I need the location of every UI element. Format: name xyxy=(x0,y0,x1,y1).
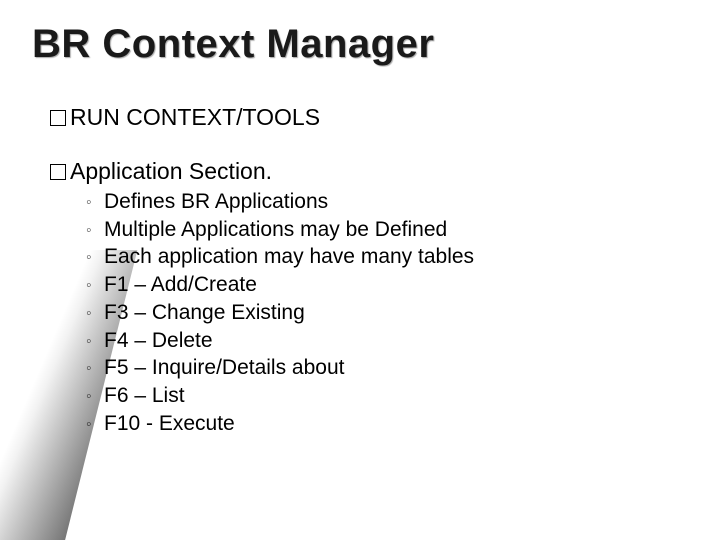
ring-bullet-icon: ◦ xyxy=(86,331,104,352)
list-item-text: F10 - Execute xyxy=(104,412,235,435)
bullet-level1-application: Application Section. xyxy=(50,158,272,185)
list-item: ◦F4 – Delete xyxy=(86,327,474,355)
list-item: ◦F5 – Inquire/Details about xyxy=(86,354,474,382)
list-item: ◦F1 – Add/Create xyxy=(86,271,474,299)
list-item-text: F5 – Inquire/Details about xyxy=(104,356,344,379)
square-bullet-icon xyxy=(50,164,66,180)
list-item-text: Each application may have many tables xyxy=(104,245,474,268)
list-item-text: Defines BR Applications xyxy=(104,190,328,213)
list-item: ◦F10 - Execute xyxy=(86,410,474,438)
list-item-text: F4 – Delete xyxy=(104,329,213,352)
line2-lead: Application xyxy=(70,158,183,184)
bullet-level1-run: RUN CONTEXT/TOOLS xyxy=(50,104,320,131)
line1-lead: RUN xyxy=(70,104,120,130)
list-item-text: F1 – Add/Create xyxy=(104,273,257,296)
square-bullet-icon xyxy=(50,110,66,126)
ring-bullet-icon: ◦ xyxy=(86,192,104,213)
line2-rest: Section. xyxy=(183,158,273,184)
ring-bullet-icon: ◦ xyxy=(86,247,104,268)
list-item-text: F6 – List xyxy=(104,384,185,407)
ring-bullet-icon: ◦ xyxy=(86,275,104,296)
list-item-text: F3 – Change Existing xyxy=(104,301,305,324)
ring-bullet-icon: ◦ xyxy=(86,358,104,379)
slide: BR Context Manager RUN CONTEXT/TOOLS App… xyxy=(0,0,720,540)
list-item: ◦F6 – List xyxy=(86,382,474,410)
slide-title: BR Context Manager xyxy=(32,22,434,67)
list-item: ◦Each application may have many tables xyxy=(86,243,474,271)
ring-bullet-icon: ◦ xyxy=(86,386,104,407)
list-item: ◦Multiple Applications may be Defined xyxy=(86,216,474,244)
list-item-text: Multiple Applications may be Defined xyxy=(104,218,447,241)
list-item: ◦Defines BR Applications xyxy=(86,188,474,216)
ring-bullet-icon: ◦ xyxy=(86,303,104,324)
ring-bullet-icon: ◦ xyxy=(86,220,104,241)
list-item: ◦F3 – Change Existing xyxy=(86,299,474,327)
sub-bullet-list: ◦Defines BR Applications ◦Multiple Appli… xyxy=(86,188,474,437)
line1-rest: CONTEXT/TOOLS xyxy=(120,104,320,130)
ring-bullet-icon: ◦ xyxy=(86,414,104,435)
